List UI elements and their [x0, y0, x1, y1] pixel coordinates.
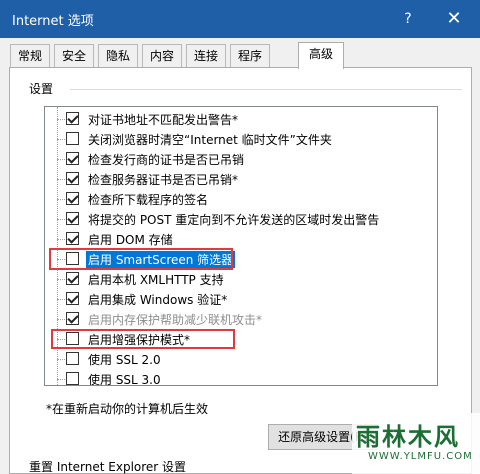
setting-row[interactable]: 启用本机 XMLHTTP 支持 — [45, 269, 419, 289]
tree-branch — [57, 159, 65, 160]
setting-label: 启用集成 Windows 验证* — [88, 293, 228, 307]
setting-checkbox[interactable] — [66, 152, 79, 165]
setting-label: 使用 SSL 2.0 — [88, 353, 161, 367]
close-button[interactable]: ✕ — [436, 6, 472, 32]
setting-checkbox[interactable] — [66, 232, 79, 245]
setting-checkbox[interactable] — [66, 112, 79, 125]
setting-label: 启用增强保护模式* — [88, 333, 191, 347]
setting-row[interactable]: 启用集成 Windows 验证* — [45, 289, 419, 309]
tree-branch — [57, 119, 65, 120]
tab-advanced[interactable]: 高级 — [298, 42, 344, 69]
setting-checkbox[interactable] — [66, 192, 79, 205]
tree-branch — [57, 199, 65, 200]
setting-row[interactable]: 检查所下载程序的签名 — [45, 189, 419, 209]
tree-branch — [57, 319, 65, 320]
setting-row[interactable]: 使用 SSL 3.0 — [45, 369, 419, 386]
tree-branch — [57, 239, 65, 240]
setting-label: 将提交的 POST 重定向到不允许发送的区域时发出警告 — [88, 213, 380, 227]
setting-checkbox[interactable] — [66, 332, 79, 345]
settings-list[interactable]: 对证书地址不匹配发出警告* 关闭浏览器时清空“Internet 临时文件”文件夹检… — [44, 106, 438, 386]
setting-row[interactable]: 检查服务器证书是否已吊销* — [45, 169, 419, 189]
tree-branch — [57, 339, 65, 340]
setting-row[interactable]: 对证书地址不匹配发出警告* — [45, 109, 419, 129]
tree-branch — [57, 379, 65, 380]
site-watermark: 雨林木风 WWW.YLMFU.COM — [352, 413, 480, 474]
restart-note: *在重新启动你的计算机后生效 — [46, 402, 209, 416]
tab-security[interactable]: 安全 — [54, 44, 94, 68]
setting-row[interactable]: 启用增强保护模式* — [45, 329, 419, 349]
tab-connections[interactable]: 连接 — [186, 44, 226, 68]
window-title: Internet 选项 — [12, 14, 94, 29]
setting-checkbox[interactable] — [66, 272, 79, 285]
setting-checkbox[interactable] — [66, 352, 79, 365]
tab-programs[interactable]: 程序 — [230, 44, 270, 68]
tab-general[interactable]: 常规 — [10, 44, 50, 68]
setting-label: 检查服务器证书是否已吊销* — [88, 173, 239, 187]
tree-branch — [57, 139, 65, 140]
setting-label: 对证书地址不匹配发出警告* — [88, 113, 239, 127]
setting-checkbox[interactable] — [66, 212, 79, 225]
setting-checkbox[interactable] — [66, 372, 79, 385]
tree-branch — [57, 179, 65, 180]
help-button[interactable]: ? — [396, 8, 420, 30]
title-bar: Internet 选项 ? ✕ — [0, 0, 480, 38]
setting-row[interactable]: 关闭浏览器时清空“Internet 临时文件”文件夹 — [45, 129, 419, 149]
setting-checkbox[interactable] — [66, 132, 79, 145]
setting-label: 启用 DOM 存储 — [88, 233, 173, 247]
setting-label: 检查发行商的证书是否已吊销 — [88, 153, 245, 167]
tab-content[interactable]: 内容 — [142, 44, 182, 68]
setting-checkbox[interactable] — [66, 292, 79, 305]
setting-label: 使用 SSL 3.0 — [88, 373, 161, 386]
setting-row[interactable]: 启用 SmartScreen 筛选器 — [45, 249, 419, 269]
setting-checkbox[interactable] — [66, 252, 79, 265]
setting-label: 检查所下载程序的签名 — [88, 193, 209, 207]
tree-branch — [57, 299, 65, 300]
tree-branch — [57, 359, 65, 360]
setting-label: 启用内存保护帮助减少联机攻击* — [88, 313, 263, 327]
setting-row[interactable]: 启用 DOM 存储 — [45, 229, 419, 249]
setting-label: 启用本机 XMLHTTP 支持 — [88, 273, 224, 287]
setting-row[interactable]: 使用 SSL 2.0 — [45, 349, 419, 369]
tree-branch — [57, 259, 65, 260]
setting-row[interactable]: 检查发行商的证书是否已吊销 — [45, 149, 419, 169]
settings-group-label: 设置 — [29, 82, 54, 96]
setting-row[interactable]: 启用内存保护帮助减少联机攻击* — [45, 309, 419, 329]
setting-checkbox[interactable] — [66, 172, 79, 185]
tree-branch — [57, 219, 65, 220]
group-divider — [70, 89, 462, 90]
watermark-text: 雨林木风 — [356, 423, 460, 451]
watermark-url: WWW.YLMFU.COM — [368, 451, 473, 462]
tree-branch — [57, 279, 65, 280]
setting-row[interactable]: 将提交的 POST 重定向到不允许发送的区域时发出警告 — [45, 209, 419, 229]
tab-privacy[interactable]: 隐私 — [98, 44, 138, 68]
setting-checkbox[interactable] — [66, 312, 79, 325]
setting-label: 关闭浏览器时清空“Internet 临时文件”文件夹 — [88, 133, 332, 147]
reset-section-label: 重置 Internet Explorer 设置 — [29, 460, 187, 474]
setting-label: 启用 SmartScreen 筛选器 — [86, 251, 236, 268]
